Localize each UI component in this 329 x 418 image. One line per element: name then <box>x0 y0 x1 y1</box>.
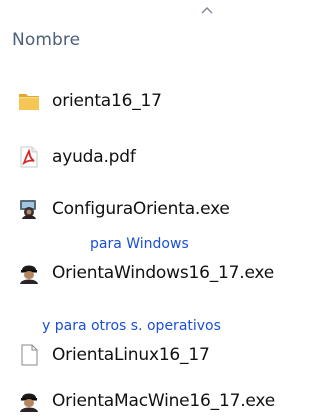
list-item-file[interactable]: OrientaLinux16_17 <box>17 338 210 372</box>
app-config-icon <box>17 197 41 221</box>
note-other-os: y para otros s. operativos <box>42 318 221 334</box>
file-name: ayuda.pdf <box>52 147 136 167</box>
app-icon <box>17 389 41 413</box>
folder-icon <box>17 89 41 113</box>
file-name: orienta16_17 <box>52 91 162 111</box>
chevron-up-icon[interactable] <box>197 2 217 18</box>
file-name: OrientaLinux16_17 <box>52 345 210 365</box>
note-windows: para Windows <box>90 236 189 252</box>
file-icon <box>17 343 41 367</box>
list-item-exe[interactable]: ConfiguraOrienta.exe <box>17 192 230 226</box>
list-item-exe[interactable]: OrientaWindows16_17.exe <box>17 256 274 290</box>
file-list-pane: Nombre orienta16_17 ayuda.pdf ConfiguraO… <box>0 0 329 418</box>
list-item-folder[interactable]: orienta16_17 <box>17 84 162 118</box>
list-item-exe[interactable]: OrientaMacWine16_17.exe <box>17 384 275 418</box>
app-icon <box>17 261 41 285</box>
pdf-icon <box>17 145 41 169</box>
file-name: ConfiguraOrienta.exe <box>52 199 230 219</box>
column-header-name[interactable]: Nombre <box>12 30 80 50</box>
file-name: OrientaWindows16_17.exe <box>52 263 275 283</box>
list-item-pdf[interactable]: ayuda.pdf <box>17 140 136 174</box>
file-name: OrientaMacWine16_17.exe <box>52 391 275 411</box>
